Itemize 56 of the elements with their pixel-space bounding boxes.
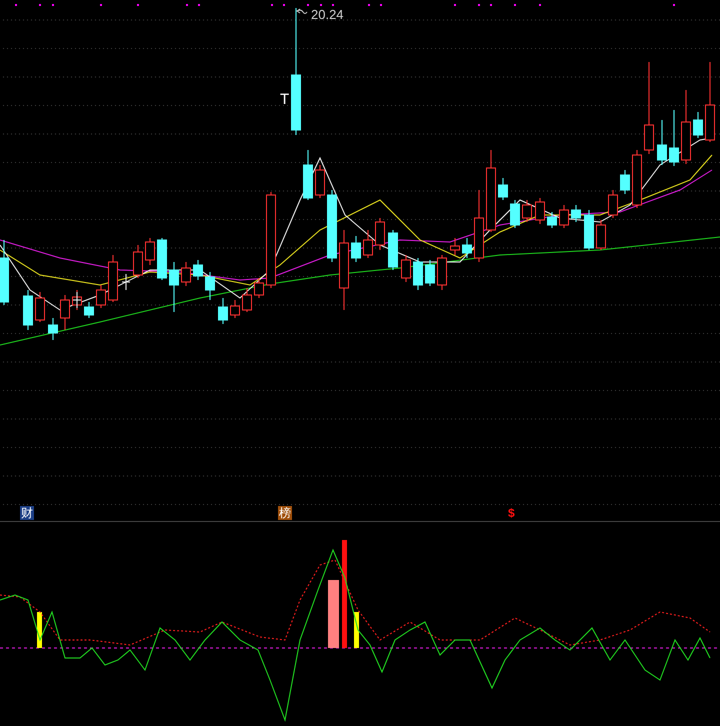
candlestick (193, 260, 203, 280)
candlestick (205, 272, 215, 300)
candlestick (23, 290, 33, 330)
candlestick (230, 300, 240, 318)
candlestick (401, 254, 411, 282)
candlestick (450, 238, 460, 256)
candlestick (133, 244, 143, 278)
candlestick (632, 150, 642, 208)
signal-bar (37, 612, 42, 648)
signal-bar (354, 612, 359, 648)
candlestick (363, 230, 373, 258)
signal-mark: T (280, 92, 290, 107)
signal-bar (328, 580, 339, 648)
marker-badge: 榜 (278, 506, 292, 520)
candlestick (559, 204, 569, 228)
candlestick (108, 254, 118, 302)
candlestick (303, 150, 313, 200)
candlestick (169, 262, 179, 312)
candlestick (535, 198, 545, 224)
candlestick (608, 190, 618, 218)
candlestick (425, 260, 435, 286)
candlestick (35, 292, 45, 322)
candlestick (498, 178, 508, 200)
candlestick (351, 236, 361, 262)
doji-candle (122, 274, 130, 290)
candlestick (571, 204, 581, 222)
candlestick (669, 110, 679, 166)
candlestick (48, 318, 58, 340)
candlestick (375, 218, 385, 250)
candlestick (242, 288, 252, 312)
candlestick (254, 278, 264, 298)
candlestick (462, 238, 472, 258)
candlestick (0, 240, 9, 306)
high-price-label: 20.24 (311, 8, 344, 21)
candlestick (620, 170, 630, 194)
candlestick (145, 238, 155, 266)
candlestick (157, 238, 167, 280)
marker-symbol: $ (508, 506, 515, 520)
candlestick (437, 254, 447, 290)
marker-badge: 财 (20, 506, 34, 520)
candlestick (693, 112, 703, 138)
candlestick (181, 262, 191, 286)
candlestick (522, 200, 532, 222)
candlestick (218, 298, 228, 324)
candlestick (315, 164, 325, 198)
candlestick (584, 210, 594, 250)
leader-arrow-icon (296, 8, 308, 16)
candlestick (596, 220, 606, 250)
candlestick (657, 120, 667, 166)
candlestick (510, 200, 520, 228)
candlestick (547, 212, 557, 228)
candlestick (388, 230, 398, 270)
candlestick (413, 258, 423, 290)
candlestick (60, 294, 70, 330)
candlestick (84, 302, 94, 318)
candlestick (96, 284, 106, 308)
